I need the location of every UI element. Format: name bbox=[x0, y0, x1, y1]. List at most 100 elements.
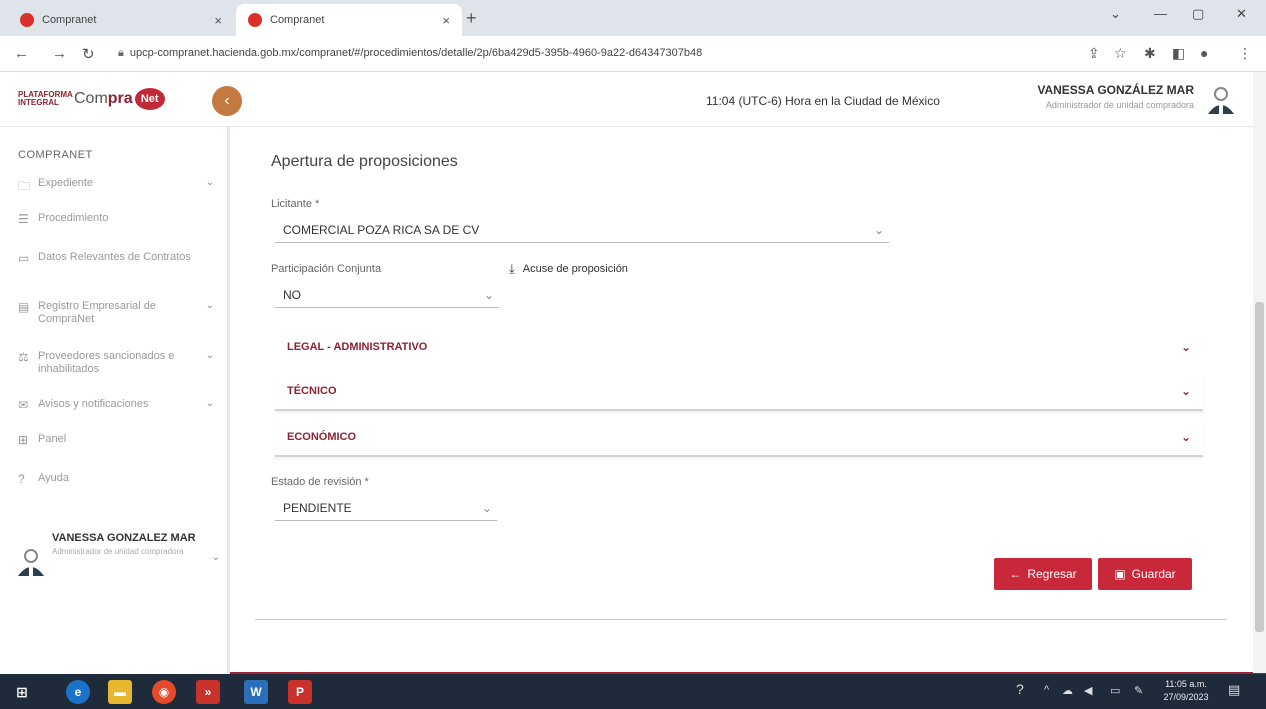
guardar-button[interactable]: ▣ Guardar bbox=[1098, 558, 1192, 590]
regresar-label: Regresar bbox=[1027, 567, 1077, 581]
user-avatar-icon[interactable] bbox=[1204, 82, 1238, 116]
sidebar-item-label: Ayuda bbox=[38, 472, 69, 484]
pen-icon[interactable]: ✎ bbox=[1134, 684, 1143, 697]
app-icon[interactable]: » bbox=[196, 680, 220, 704]
bookmark-star-icon[interactable]: ☆ bbox=[1114, 45, 1127, 62]
close-window-icon[interactable]: ✕ bbox=[1236, 6, 1247, 22]
sidebar: COMPRANET 🗀︎ Expediente ⌄ ☰ Procedimient… bbox=[0, 127, 230, 673]
header-clock: 11:04 (UTC-6) Hora en la Ciudad de Méxic… bbox=[706, 94, 940, 108]
sidebar-item-ayuda[interactable]: ? Ayuda bbox=[18, 472, 214, 486]
sidebar-heading: COMPRANET bbox=[18, 149, 93, 161]
section-label: ECONÓMICO bbox=[287, 431, 357, 443]
sidebar-item-registro-empresarial[interactable]: ▤ Registro Empresarial de CompraNet ⌄ bbox=[18, 300, 214, 326]
network-icon[interactable]: ☁︎ bbox=[1062, 684, 1073, 697]
file-explorer-icon[interactable]: ▬ bbox=[108, 680, 132, 704]
forward-arrow-icon[interactable]: → bbox=[52, 45, 67, 62]
sidebar-item-datos-relevantes[interactable]: ▭ Datos Relevantes de Contratos bbox=[18, 251, 214, 265]
sidepanel-icon[interactable]: ◧ bbox=[1172, 45, 1185, 62]
app-header: PLATAFORMA INTEGRAL Com pra Net ‹ 11:04 … bbox=[0, 72, 1266, 127]
sidebar-item-expediente[interactable]: 🗀︎ Expediente ⌄ bbox=[18, 177, 214, 198]
sidebar-item-label: Proveedores sancionados e inhabilitados bbox=[38, 350, 175, 375]
section-tecnico[interactable]: TÉCNICO ⌄ bbox=[275, 373, 1203, 411]
collapse-sidebar-button[interactable]: ‹ bbox=[212, 86, 242, 116]
acuse-label: Acuse de proposición bbox=[522, 263, 628, 275]
chevron-down-icon: ⌄ bbox=[205, 177, 214, 188]
browser-tab-2[interactable]: Compranet × bbox=[236, 4, 462, 36]
arrow-left-icon: ← bbox=[1009, 567, 1022, 581]
volume-icon[interactable]: ◀︎ bbox=[1084, 684, 1092, 697]
acuse-link[interactable]: ⤓ Acuse de proposición bbox=[509, 261, 628, 277]
close-tab-icon[interactable]: × bbox=[442, 13, 450, 28]
tab-title: Compranet bbox=[270, 14, 325, 26]
regresar-button[interactable]: ← Regresar bbox=[994, 558, 1092, 590]
compranet-favicon-icon bbox=[20, 13, 34, 27]
profile-icon[interactable]: ● bbox=[1200, 45, 1208, 61]
section-label: LEGAL - ADMINISTRATIVO bbox=[287, 341, 428, 353]
chrome-browser-icon[interactable]: ◉ bbox=[152, 680, 176, 704]
taskbar-clock[interactable]: 11:05 a.m. 27/09/2023 bbox=[1158, 678, 1214, 704]
chevron-down-icon: ⌄ bbox=[205, 398, 214, 409]
notifications-icon[interactable]: ▤ bbox=[1228, 682, 1240, 698]
sidebar-user-role: Administrador de unidad compradora bbox=[52, 547, 184, 556]
share-icon[interactable]: ⇪ bbox=[1088, 45, 1100, 62]
section-economico[interactable]: ECONÓMICO ⌄ bbox=[275, 419, 1203, 457]
tab-title: Compranet bbox=[42, 14, 97, 26]
header-user-name: VANESSA GONZÁLEZ MAR bbox=[1037, 83, 1194, 97]
display-icon[interactable]: ▭ bbox=[1110, 684, 1120, 697]
section-legal-administrativo[interactable]: LEGAL - ADMINISTRATIVO ⌄ bbox=[275, 328, 1203, 366]
help-tray-icon[interactable]: ? bbox=[1016, 681, 1024, 697]
chevron-down-icon: ⌄ bbox=[483, 287, 495, 302]
sidebar-item-avisos[interactable]: ✉︎ Avisos y notificaciones ⌄ bbox=[18, 398, 214, 412]
chevron-down-icon: ⌄ bbox=[481, 500, 493, 515]
help-icon: ? bbox=[18, 472, 25, 486]
taskbar-time: 11:05 a.m. bbox=[1165, 679, 1207, 689]
compranet-logo[interactable]: PLATAFORMA INTEGRAL Com pra Net bbox=[18, 88, 165, 110]
url-field[interactable]: 🔒︎ upcp-compranet.hacienda.gob.mx/compran… bbox=[118, 47, 702, 60]
close-tab-icon[interactable]: × bbox=[214, 13, 222, 28]
sidebar-item-procedimiento[interactable]: ☰ Procedimiento bbox=[18, 212, 214, 226]
windows-start-icon[interactable]: ⊞ bbox=[10, 680, 34, 704]
browser-tab-strip: Compranet × Compranet × + ⌄ — ▢ ✕ bbox=[0, 0, 1266, 36]
powerpoint-icon[interactable]: P bbox=[288, 680, 312, 704]
document-icon: ☰ bbox=[18, 212, 29, 226]
tray-chevron-icon[interactable]: ^ bbox=[1044, 684, 1049, 696]
header-user[interactable]: VANESSA GONZÁLEZ MAR Administrador de un… bbox=[972, 83, 1194, 110]
participacion-value: NO bbox=[283, 287, 301, 302]
page-scrollbar[interactable] bbox=[1253, 72, 1266, 673]
chevron-down-icon: ⌄ bbox=[873, 222, 885, 237]
save-icon: ▣ bbox=[1114, 567, 1126, 581]
download-icon: ⤓ bbox=[509, 261, 515, 276]
sidebar-item-label: Procedimiento bbox=[38, 212, 109, 224]
chevron-down-icon: ⌄ bbox=[205, 350, 214, 361]
licitante-label: Licitante * bbox=[271, 198, 320, 210]
url-text: upcp-compranet.hacienda.gob.mx/compranet… bbox=[129, 47, 703, 59]
participacion-select[interactable]: NO ⌄ bbox=[275, 282, 499, 308]
chevron-down-icon: ⌄ bbox=[1180, 430, 1191, 444]
extensions-icon[interactable]: ✱ bbox=[1144, 45, 1156, 62]
maximize-icon[interactable]: ▢ bbox=[1192, 6, 1204, 22]
sidebar-user[interactable]: VANESSA GONZALEZ MAR Administrador de un… bbox=[14, 532, 220, 578]
edge-browser-icon[interactable]: e bbox=[66, 680, 90, 704]
licitante-select[interactable]: COMERCIAL POZA RICA SA DE CV ⌄ bbox=[275, 217, 889, 243]
menu-dots-icon[interactable]: ⋮ bbox=[1238, 45, 1252, 62]
estado-select[interactable]: PENDIENTE ⌄ bbox=[275, 495, 497, 521]
minimize-icon[interactable]: — bbox=[1154, 6, 1167, 21]
sidebar-item-proveedores-sancionados[interactable]: ⚖︎ Proveedores sancionados e inhabilitad… bbox=[18, 350, 214, 376]
word-icon[interactable]: W bbox=[244, 680, 268, 704]
tab-search-icon[interactable]: ⌄ bbox=[1110, 6, 1121, 22]
back-arrow-icon[interactable]: ← bbox=[14, 45, 29, 62]
sidebar-item-label: Registro Empresarial de CompraNet bbox=[38, 300, 156, 325]
lock-icon: 🔒︎ bbox=[118, 47, 124, 59]
scrollbar-thumb[interactable] bbox=[1255, 302, 1264, 632]
taskbar: ⊞ e ▬ ◉ » W P ? ^ ☁︎ ◀︎ ▭ ✎ 11:05 a.m. 2… bbox=[0, 674, 1266, 709]
sidebar-item-label: Panel bbox=[38, 433, 67, 445]
panel-icon: ⊞ bbox=[18, 433, 29, 447]
chevron-down-icon: ⌄ bbox=[1180, 384, 1191, 398]
message-icon: ✉︎ bbox=[18, 398, 29, 412]
browser-tab-1[interactable]: Compranet × bbox=[8, 4, 234, 36]
new-tab-icon[interactable]: + bbox=[466, 8, 477, 29]
logo-pra: pra bbox=[107, 90, 133, 107]
sidebar-item-label: Datos Relevantes de Contratos bbox=[38, 251, 191, 263]
reload-icon[interactable]: ↻ bbox=[82, 45, 95, 63]
sidebar-item-panel[interactable]: ⊞ Panel bbox=[18, 433, 214, 447]
